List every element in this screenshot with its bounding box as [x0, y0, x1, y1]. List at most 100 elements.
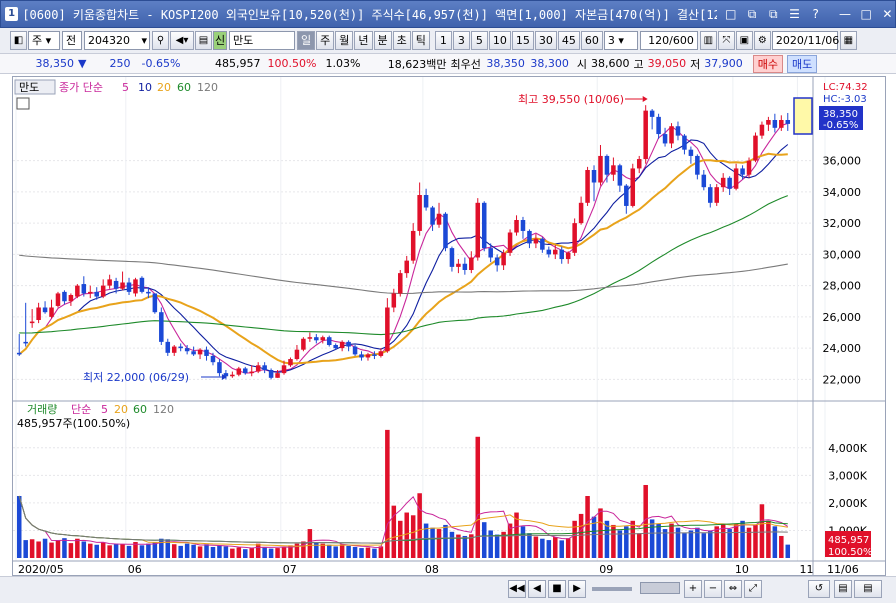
- search-icon[interactable]: ⚲: [152, 31, 169, 50]
- bar-adjust-icon[interactable]: ▥: [699, 31, 717, 50]
- chart-type-icon[interactable]: ◧: [10, 31, 27, 50]
- volume-ma-5: 5: [101, 403, 108, 416]
- fit-icon[interactable]: ⇔: [724, 580, 742, 598]
- ma-legend-10: 10: [138, 81, 152, 94]
- period-month-button[interactable]: 월: [335, 31, 354, 50]
- count-input[interactable]: 120/600: [639, 31, 698, 50]
- copy-window-icon[interactable]: ⧉: [744, 6, 759, 22]
- help-icon[interactable]: ?: [808, 6, 823, 22]
- period-year-button[interactable]: 년: [354, 31, 373, 50]
- candle-body: [326, 337, 332, 345]
- sell-button[interactable]: 매도: [786, 54, 818, 73]
- period-tick-button[interactable]: 틱: [411, 31, 430, 50]
- candle-body: [42, 307, 48, 313]
- calendar-icon[interactable]: ▦: [839, 31, 857, 50]
- buy-button[interactable]: 매수: [752, 54, 783, 73]
- interval-10-button[interactable]: 10: [488, 31, 511, 50]
- candle-body: [333, 345, 338, 349]
- crosshair-icon[interactable]: ⤧: [717, 31, 735, 50]
- volume-bar: [565, 538, 571, 558]
- candle-body: [720, 177, 726, 188]
- period-second-button[interactable]: 초: [392, 31, 411, 50]
- volume-bar: [675, 527, 681, 558]
- zoom-thumb[interactable]: [640, 582, 680, 594]
- period-day-button[interactable]: 일: [297, 31, 316, 50]
- candle-body: [494, 257, 500, 266]
- scroll-next-icon[interactable]: ▶: [568, 580, 586, 598]
- date-input[interactable]: 2020/11/06: [771, 31, 839, 50]
- volume-bar: [75, 538, 80, 558]
- interval-30-button[interactable]: 30: [534, 31, 557, 50]
- gear-icon[interactable]: ⚙: [753, 31, 771, 50]
- volume-bar: [378, 546, 384, 558]
- zoom-out-icon[interactable]: −: [704, 580, 722, 598]
- candle-body: [372, 354, 377, 356]
- link-window-icon[interactable]: ⧉: [766, 6, 781, 22]
- list-icon[interactable]: ▤: [195, 31, 212, 50]
- price-axis-tick: 30,000: [823, 248, 862, 261]
- candle-body: [417, 195, 422, 231]
- interval-60-button[interactable]: 60: [580, 31, 603, 50]
- zoom-range-icon[interactable]: ⤢: [744, 580, 762, 598]
- turnover-pct: 1.03%: [325, 57, 361, 70]
- candle-body: [120, 282, 125, 289]
- chart-canvas[interactable]: 36,000 34,000 32,000 30,000 28,000 26,000 24,0…: [13, 77, 885, 576]
- menu-icon[interactable]: ☰: [787, 6, 802, 22]
- volume-bar: [578, 513, 584, 558]
- volume-bar: [714, 526, 719, 558]
- chart-toolbar: ◧ 주 ▾ 전 204320 ▾ ⚲ ◀▾ ▤ 신 만도 일 주 월 년 분 초 …: [0, 28, 896, 54]
- interval-3-button[interactable]: 3: [452, 31, 470, 50]
- interval-45-button[interactable]: 45: [557, 31, 580, 50]
- volume-bar: [404, 512, 409, 558]
- period-week-button[interactable]: 주: [316, 31, 335, 50]
- interval-15-button[interactable]: 15: [511, 31, 534, 50]
- volume-bar: [333, 546, 338, 558]
- volume-bars: [16, 429, 791, 558]
- candle-body: [675, 126, 681, 136]
- zoom-slider[interactable]: [592, 587, 632, 591]
- more-icon[interactable]: ▤: [854, 580, 882, 598]
- candle-body: [365, 354, 371, 358]
- volume-bar: [281, 546, 287, 558]
- app-icon: 1: [5, 7, 19, 21]
- trade-amount: 18,623백만: [387, 57, 447, 71]
- code-input[interactable]: 204320 ▾: [84, 31, 150, 50]
- volume-bar: [81, 541, 87, 558]
- candle-body: [598, 155, 603, 183]
- scroll-first-icon[interactable]: ◀◀: [508, 580, 526, 598]
- candle-body: [481, 202, 487, 249]
- candle-body: [36, 307, 41, 320]
- interval-1-button[interactable]: 1: [434, 31, 452, 50]
- chart-area[interactable]: 36,000 34,000 32,000 30,000 28,000 26,000 24,0…: [12, 76, 886, 576]
- volume-bar: [339, 544, 345, 558]
- prev-button[interactable]: 전: [62, 31, 82, 50]
- candle-body: [210, 355, 216, 363]
- save-icon[interactable]: ▣: [735, 31, 753, 50]
- minimize-icon[interactable]: —: [837, 6, 852, 22]
- layout-icon[interactable]: □: [723, 6, 738, 22]
- scroll-prev-icon[interactable]: ◀: [528, 580, 546, 598]
- interval-select[interactable]: 3 ▾: [603, 31, 638, 50]
- high-label: 고: [633, 57, 644, 71]
- candle-body: [243, 368, 248, 374]
- volume-current: 485,957주(100.50%): [17, 417, 130, 430]
- candle-body: [94, 291, 99, 297]
- volume-bar: [475, 436, 481, 558]
- maximize-icon[interactable]: □: [859, 6, 874, 22]
- volume-bar: [16, 496, 22, 558]
- reset-icon[interactable]: ↺: [808, 580, 830, 598]
- period-select[interactable]: 주 ▾: [28, 31, 60, 50]
- speaker-icon[interactable]: ◀▾: [170, 31, 194, 50]
- interval-5-button[interactable]: 5: [470, 31, 488, 50]
- candle-body: [553, 249, 558, 255]
- period-minute-button[interactable]: 분: [373, 31, 392, 50]
- volume-bar: [553, 537, 558, 558]
- down-arrow-icon: ▼: [78, 57, 87, 70]
- candle-body: [430, 207, 435, 225]
- volume-last-value: 485,957: [828, 535, 869, 546]
- close-icon[interactable]: ✕: [880, 6, 895, 22]
- zoom-in-icon[interactable]: +: [684, 580, 702, 598]
- stop-icon[interactable]: ■: [548, 580, 566, 598]
- table-icon[interactable]: [16, 97, 30, 110]
- settings-bottom-icon[interactable]: ▤: [834, 580, 852, 598]
